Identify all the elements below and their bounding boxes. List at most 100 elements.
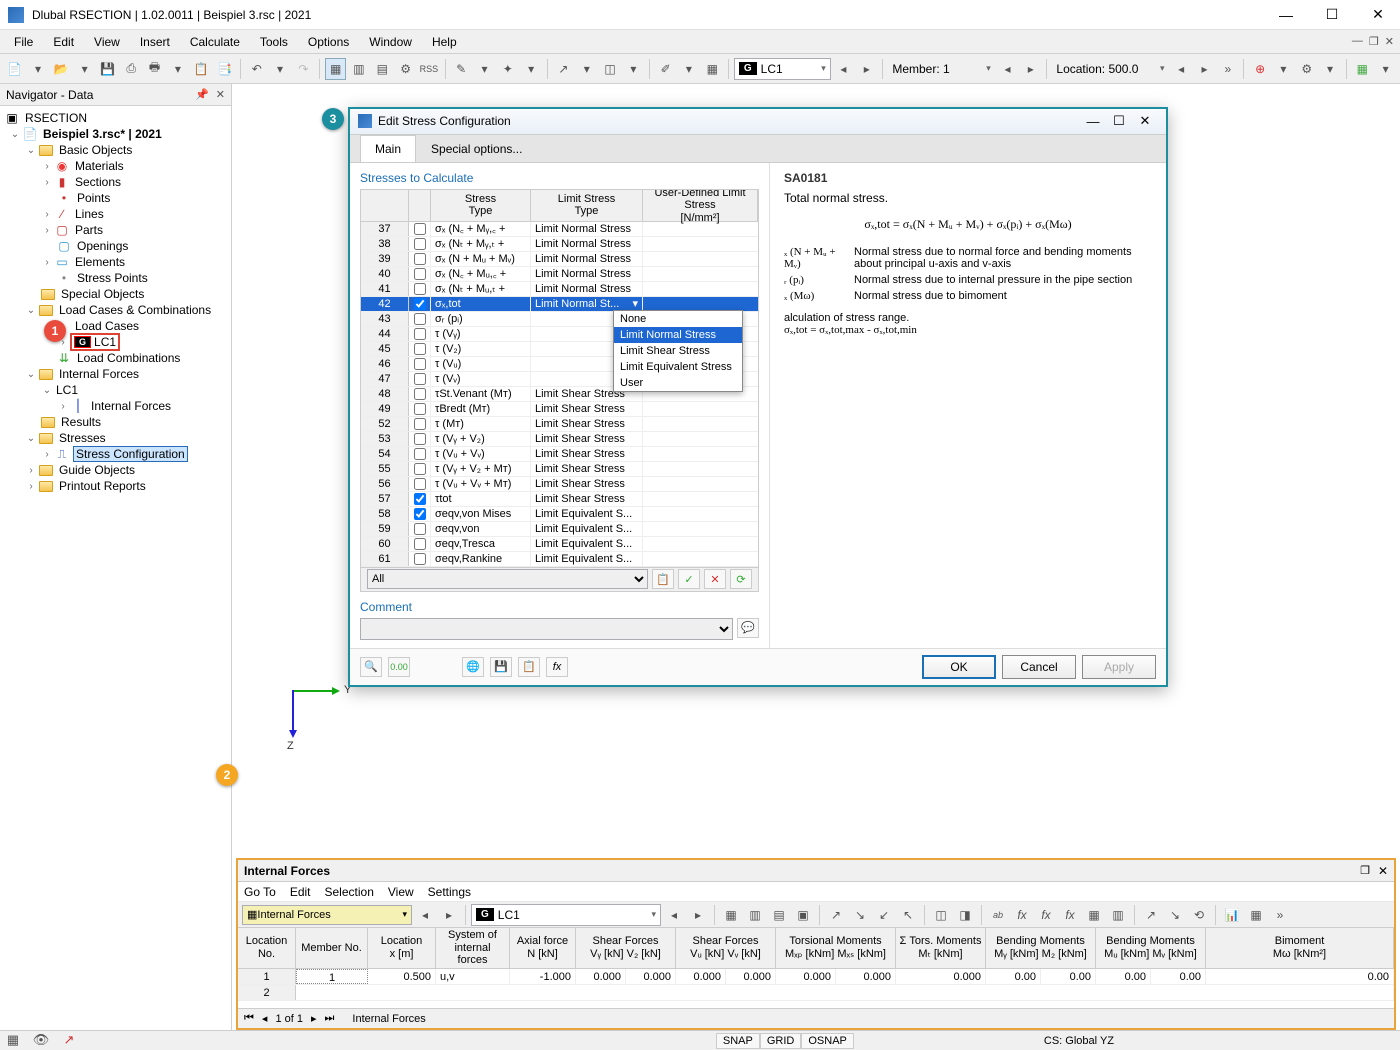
saveall-icon[interactable]: ⎙ [121, 58, 142, 80]
tab-main[interactable]: Main [360, 135, 416, 162]
dialog-max-icon[interactable]: ☐ [1106, 113, 1132, 129]
nav-next-icon[interactable]: ▸ [311, 1012, 317, 1025]
target-dd-icon[interactable]: ▾ [1273, 58, 1294, 80]
open-icon[interactable]: 📂 [51, 58, 72, 80]
nav-last-icon[interactable]: ⏭ [325, 1012, 335, 1025]
arrow-dd-icon[interactable]: ▾ [576, 58, 597, 80]
row-checkbox[interactable] [414, 523, 426, 535]
row-checkbox[interactable] [414, 403, 426, 415]
stress-row[interactable]: 61σeqv,RankineLimit Equivalent S... [361, 552, 758, 567]
row-checkbox[interactable] [414, 388, 426, 400]
palette-icon[interactable]: ▦ [1352, 58, 1373, 80]
dd-opt-equiv[interactable]: Limit Equivalent Stress [614, 359, 742, 375]
tree-openings[interactable]: Openings [75, 239, 130, 253]
mdi-min[interactable]: — [1352, 35, 1363, 48]
tree-stresses[interactable]: Stresses [57, 431, 108, 445]
row-checkbox[interactable] [414, 313, 426, 325]
stress-row[interactable]: 54τ (Vᵤ + Vᵥ)Limit Shear Stress [361, 447, 758, 462]
row-checkbox[interactable] [414, 538, 426, 550]
undo-icon[interactable]: ↶ [246, 58, 267, 80]
bp-menu-selection[interactable]: Selection [325, 885, 374, 899]
row-checkbox[interactable] [414, 343, 426, 355]
expand-icon[interactable]: ⌄ [24, 145, 38, 156]
new-icon[interactable]: 📄 [4, 58, 25, 80]
arrow-icon[interactable]: ↗ [553, 58, 574, 80]
grid1-icon[interactable]: ▦ [325, 58, 346, 80]
expand-icon[interactable]: › [40, 209, 54, 220]
expand-icon[interactable]: ⌄ [24, 433, 38, 444]
bp-fx-icon[interactable]: fx [1011, 904, 1033, 926]
box-icon[interactable]: ◫ [599, 58, 620, 80]
table-row[interactable]: 1 1 0.500 u,v -1.000 0.000 0.000 0.000 0… [238, 969, 1394, 985]
cancel-button[interactable]: Cancel [1002, 655, 1076, 679]
bp-fx2-icon[interactable]: fx [1035, 904, 1057, 926]
row-checkbox[interactable] [414, 358, 426, 370]
wand-dd-icon[interactable]: ▾ [520, 58, 541, 80]
report2-icon[interactable]: 📑 [214, 58, 235, 80]
menu-options[interactable]: Options [298, 32, 359, 52]
expand-icon[interactable]: ⌄ [24, 305, 38, 316]
refresh-icon[interactable]: ⟳ [730, 569, 752, 589]
tree-intforces2[interactable]: Internal Forces [89, 399, 173, 413]
bp-lc-prev-icon[interactable]: ◂ [663, 904, 685, 926]
tree-sections[interactable]: Sections [73, 175, 123, 189]
stress-row[interactable]: 53τ (Vᵧ + V₂)Limit Shear Stress [361, 432, 758, 447]
expand-icon[interactable]: › [24, 481, 38, 492]
bp-ic11[interactable]: ▦ [1083, 904, 1105, 926]
stress-row[interactable]: 52τ (Mᴛ)Limit Shear Stress [361, 417, 758, 432]
stress-row[interactable]: 49τBredt (Mᴛ)Limit Shear Stress [361, 402, 758, 417]
print-dd-icon[interactable]: ▾ [167, 58, 188, 80]
member-prev-icon[interactable]: ◂ [997, 58, 1018, 80]
save2-icon[interactable]: 💾 [490, 657, 512, 677]
tree-printout[interactable]: Printout Reports [57, 479, 148, 493]
stress-row[interactable]: 41σₓ (Nₜ + Mᵤ,ₜ + Mᵥ,ₜ)Limit Normal Stre… [361, 282, 758, 297]
grid3-icon[interactable]: ▤ [372, 58, 393, 80]
save-icon[interactable]: 💾 [97, 58, 118, 80]
brush-dd-icon[interactable]: ▾ [678, 58, 699, 80]
copy-icon[interactable]: 📋 [652, 569, 674, 589]
gear-icon[interactable]: ⚙ [1296, 58, 1317, 80]
bp-abc-icon[interactable]: ab [987, 904, 1009, 926]
redo-icon[interactable]: ↷ [293, 58, 314, 80]
lc-next-icon[interactable]: ▸ [856, 58, 877, 80]
row-checkbox[interactable] [414, 448, 426, 460]
bp-ic14[interactable]: ↘ [1164, 904, 1186, 926]
status-osnap[interactable]: OSNAP [801, 1033, 854, 1049]
tree-points[interactable]: Points [75, 191, 112, 205]
expand-icon[interactable]: ⌄ [8, 129, 22, 140]
row-checkbox[interactable] [414, 238, 426, 250]
units-icon[interactable]: 0.00 [388, 657, 410, 677]
menu-window[interactable]: Window [359, 32, 422, 52]
bp-menu-edit[interactable]: Edit [290, 885, 311, 899]
stress-row[interactable]: 37σₓ (N꜀ + Mᵧ,꜀ + M₂,꜀)Limit Normal Stre… [361, 222, 758, 237]
comment-btn-icon[interactable]: 💬 [737, 618, 759, 638]
tree-stressconfig[interactable]: Stress Configuration [73, 446, 188, 462]
bp-ic2[interactable]: ▥ [744, 904, 766, 926]
tree-loadcomb[interactable]: Load Combinations [75, 351, 182, 365]
mdi-max[interactable]: ❐ [1369, 35, 1379, 48]
ok-button[interactable]: OK [922, 655, 996, 679]
tree-elements[interactable]: Elements [73, 255, 127, 269]
lc-prev-icon[interactable]: ◂ [833, 58, 854, 80]
row-checkbox[interactable] [414, 268, 426, 280]
open-dd-icon[interactable]: ▾ [27, 58, 48, 80]
expand-icon[interactable]: › [40, 161, 54, 172]
tree-lc1b[interactable]: LC1 [54, 383, 80, 397]
mdi-close[interactable]: ✕ [1385, 35, 1394, 48]
bp-ic17[interactable]: ▦ [1245, 904, 1267, 926]
func-icon[interactable]: fx [546, 657, 568, 677]
row-checkbox[interactable] [414, 373, 426, 385]
print-icon[interactable]: 🖶 [144, 58, 165, 80]
target-icon[interactable]: ⊕ [1249, 58, 1270, 80]
row-checkbox[interactable] [414, 508, 426, 520]
bp-menu-goto[interactable]: Go To [244, 885, 276, 899]
bp-ic16[interactable]: 📊 [1221, 904, 1243, 926]
tree-loadcases[interactable]: Load Cases [73, 319, 141, 333]
expand-icon[interactable]: › [56, 401, 70, 412]
nav-prev-icon[interactable]: ◂ [262, 1012, 268, 1025]
stress-row[interactable]: 40σₓ (N꜀ + Mᵤ,꜀ + Mᵥ,꜀)Limit Normal Stre… [361, 267, 758, 282]
checkall-icon[interactable]: ✓ [678, 569, 700, 589]
expand-icon[interactable]: ⌄ [40, 385, 54, 396]
menu-calculate[interactable]: Calculate [180, 32, 250, 52]
expand-icon[interactable]: › [40, 177, 54, 188]
